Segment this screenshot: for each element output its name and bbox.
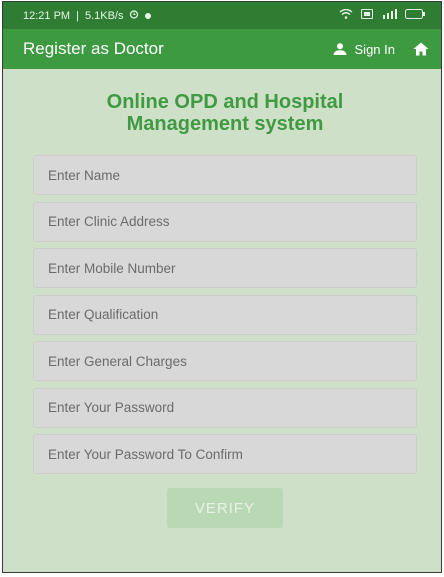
verify-wrap: VERIFY	[33, 488, 417, 528]
page-heading: Online OPD and Hospital Management syste…	[33, 91, 417, 135]
whatsapp-icon	[145, 12, 152, 19]
status-speed: 5.1KB/s	[84, 9, 124, 22]
alarm-icon	[129, 9, 139, 22]
battery-saver-icon	[361, 9, 373, 22]
status-left: 12:21 PM | 5.1KB/s	[23, 9, 152, 22]
app-title: Register as Doctor	[23, 39, 164, 58]
app-actions: Sign In	[333, 42, 429, 57]
battery-icon	[405, 9, 425, 22]
confirm-password-field[interactable]: Enter Your Password To Confirm	[33, 434, 417, 474]
sign-in-label: Sign In	[354, 41, 395, 57]
heading-line-2: Management system	[126, 113, 324, 135]
home-icon[interactable]	[413, 42, 429, 56]
heading-line-1: Online OPD and Hospital	[106, 91, 344, 113]
qualification-field[interactable]: Enter Qualification	[33, 294, 417, 335]
wifi-icon	[339, 8, 353, 22]
sign-in-button[interactable]: Sign In	[333, 42, 395, 57]
registration-form: Online OPD and Hospital Management syste…	[3, 69, 441, 528]
signal-icon	[381, 9, 397, 22]
mobile-number-field[interactable]: Enter Mobile Number	[33, 248, 417, 288]
status-bar: 12:21 PM | 5.1KB/s	[3, 2, 441, 29]
status-time: 12:21 PM	[23, 9, 71, 22]
password-field[interactable]: Enter Your Password	[33, 387, 417, 428]
name-field[interactable]: Enter Name	[33, 155, 417, 195]
app-screen: 12:21 PM | 5.1KB/s Register as Doctor Si…	[2, 1, 442, 573]
status-right	[339, 8, 425, 22]
clinic-address-field[interactable]: Enter Clinic Address	[33, 201, 417, 242]
app-bar: Register as Doctor Sign In	[3, 29, 441, 69]
status-separator: |	[76, 9, 79, 22]
person-icon	[333, 43, 347, 55]
general-charges-field[interactable]: Enter General Charges	[33, 341, 417, 381]
verify-button[interactable]: VERIFY	[167, 488, 283, 528]
